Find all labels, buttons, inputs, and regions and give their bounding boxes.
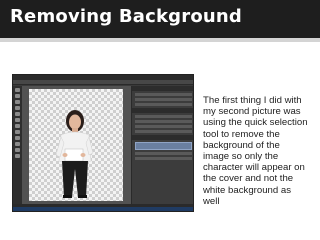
body-line: The first thing I did with	[203, 95, 302, 106]
ps-panel-row	[135, 93, 192, 96]
ps-toolbox	[13, 86, 22, 204]
move-tool-icon	[15, 88, 20, 92]
title-bar: Removing Background	[0, 0, 320, 38]
ps-panel-row	[135, 130, 192, 133]
ps-layers-panel-header	[132, 135, 193, 140]
windows-taskbar	[13, 207, 193, 211]
brush-tool-icon	[15, 124, 20, 128]
body-line: tool to remove the	[203, 128, 280, 140]
ps-transparent-canvas	[29, 89, 123, 201]
eraser-tool-icon	[15, 130, 20, 134]
text-tool-icon	[15, 142, 20, 146]
body-line: my second picture was	[203, 106, 301, 118]
photoshop-screenshot	[12, 74, 194, 212]
title-accent-divider	[0, 38, 320, 42]
body-line: white background as	[203, 184, 291, 196]
zoom-tool-icon	[15, 154, 20, 158]
ps-panels	[131, 86, 193, 204]
ps-panel-row	[135, 125, 192, 128]
body-line: character will appear on	[203, 162, 305, 174]
marquee-tool-icon	[15, 94, 20, 98]
person-cutout-image	[55, 110, 94, 198]
slide-body-text: The first thing I did with my second pic…	[203, 95, 315, 207]
ps-canvas-area	[22, 86, 131, 204]
ps-options-bar	[13, 80, 193, 85]
ps-panel-row	[135, 98, 192, 101]
body-line: image so only the	[203, 151, 279, 163]
body-line: the cover and not the	[203, 173, 294, 185]
quick-selection-tool-icon	[15, 106, 20, 110]
body-line: well	[203, 195, 220, 207]
hand-tool-icon	[15, 148, 20, 152]
eyedropper-tool-icon	[15, 118, 20, 122]
ps-panel-row	[135, 115, 192, 118]
ps-layer-item	[135, 142, 192, 150]
ps-panel-row	[135, 120, 192, 123]
gradient-tool-icon	[15, 136, 20, 140]
crop-tool-icon	[15, 112, 20, 116]
lasso-tool-icon	[15, 100, 20, 104]
ps-color-panel-header	[132, 86, 193, 91]
ps-panel-row	[135, 103, 192, 106]
ps-adjustments-panel-header	[132, 108, 193, 113]
ps-panel-row	[135, 157, 192, 160]
body-line: using the quick selection	[203, 117, 308, 129]
body-line: background of the	[203, 139, 280, 151]
ps-panel-row	[135, 152, 192, 155]
slide-title: Removing Background	[10, 6, 243, 27]
